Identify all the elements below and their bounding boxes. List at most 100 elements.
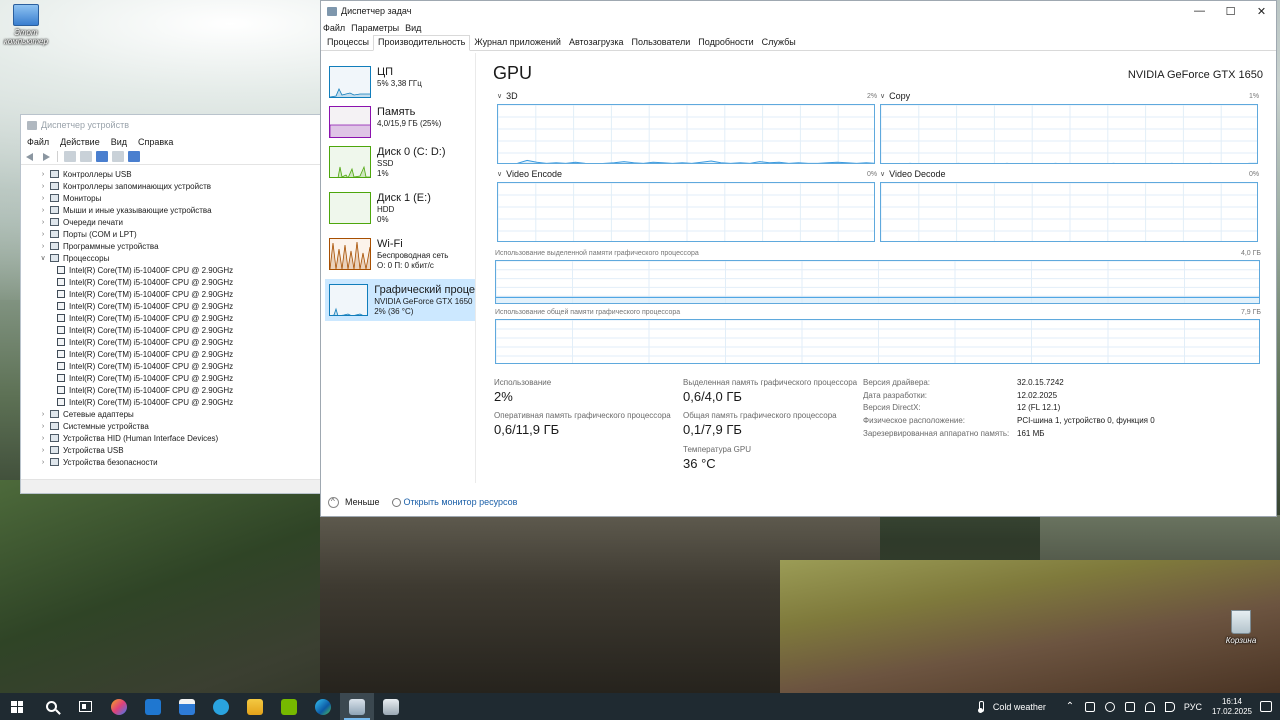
engine-copy-selector[interactable]: ∨ Copy xyxy=(880,91,910,101)
dm-menu-item[interactable]: Вид xyxy=(111,137,127,147)
chevron-up-icon[interactable]: ⌃ xyxy=(1064,701,1076,712)
tab-4[interactable]: Пользователи xyxy=(628,37,695,50)
collapse-icon[interactable] xyxy=(328,496,339,508)
tab-0[interactable]: Процессы xyxy=(323,37,373,50)
tm-menu-item[interactable]: Параметры xyxy=(351,23,399,33)
taskbar-app-copilot[interactable] xyxy=(102,693,136,720)
device-item[interactable]: Intel(R) Core(TM) i5-10400F CPU @ 2.90GH… xyxy=(21,396,321,408)
search-button[interactable] xyxy=(34,693,68,720)
fewer-details-button[interactable]: Меньше xyxy=(345,497,380,507)
expand-arrow-icon[interactable]: › xyxy=(39,195,47,202)
expand-arrow-icon[interactable]: › xyxy=(39,423,47,430)
device-category[interactable]: › Устройства безопасности xyxy=(21,456,321,468)
perf-item-2[interactable]: Диск 0 (C: D:) SSD 1% xyxy=(325,141,475,183)
device-grid-icon[interactable] xyxy=(112,151,124,162)
tab-1[interactable]: Производительность xyxy=(373,35,471,51)
list-view-icon[interactable] xyxy=(80,151,92,162)
maximize-button[interactable]: ☐ xyxy=(1215,1,1246,21)
tm-menu-item[interactable]: Вид xyxy=(405,23,421,33)
monitor-scan-icon[interactable] xyxy=(128,151,140,162)
device-item[interactable]: Intel(R) Core(TM) i5-10400F CPU @ 2.90GH… xyxy=(21,312,321,324)
task-view-button[interactable] xyxy=(68,693,102,720)
device-item[interactable]: Intel(R) Core(TM) i5-10400F CPU @ 2.90GH… xyxy=(21,264,321,276)
volume-icon[interactable] xyxy=(1164,701,1175,712)
open-resource-monitor-link[interactable]: Открыть монитор ресурсов xyxy=(404,497,518,507)
device-category[interactable]: › Устройства HID (Human Interface Devices… xyxy=(21,432,321,444)
dm-menu-item[interactable]: Действие xyxy=(60,137,100,147)
dm-menu-item[interactable]: Файл xyxy=(27,137,49,147)
device-item[interactable]: Intel(R) Core(TM) i5-10400F CPU @ 2.90GH… xyxy=(21,324,321,336)
device-item[interactable]: Intel(R) Core(TM) i5-10400F CPU @ 2.90GH… xyxy=(21,360,321,372)
device-manager-window[interactable]: Диспетчер устройств Файл Действие Вид Справ… xyxy=(20,114,322,494)
tm-menu-item[interactable]: Файл xyxy=(323,23,345,33)
device-item[interactable]: Intel(R) Core(TM) i5-10400F CPU @ 2.90GH… xyxy=(21,288,321,300)
expand-arrow-icon[interactable]: › xyxy=(39,171,47,178)
device-category[interactable]: › Мыши и иные указывающие устройства xyxy=(21,204,321,216)
perf-item-4[interactable]: Wi-Fi Беспроводная сеть О: 0 П: 0 кбит/с xyxy=(325,233,475,275)
device-category[interactable]: ∨ Процессоры xyxy=(21,252,321,264)
taskbar-app-explorer[interactable] xyxy=(238,693,272,720)
language-indicator[interactable]: РУС xyxy=(1184,702,1202,712)
tab-2[interactable]: Журнал приложений xyxy=(470,37,565,50)
expand-arrow-icon[interactable]: › xyxy=(39,207,47,214)
notification-icon[interactable] xyxy=(1260,701,1272,712)
tab-5[interactable]: Подробности xyxy=(694,37,757,50)
engine-3d-selector[interactable]: ∨ 3D xyxy=(497,91,518,101)
close-button[interactable]: ✕ xyxy=(1246,1,1277,21)
taskbar-app-task-manager[interactable] xyxy=(340,693,374,720)
device-category[interactable]: › Системные устройства xyxy=(21,420,321,432)
expand-arrow-icon[interactable]: › xyxy=(39,231,47,238)
device-category[interactable]: › Контроллеры запоминающих устройств xyxy=(21,180,321,192)
device-item[interactable]: Intel(R) Core(TM) i5-10400F CPU @ 2.90GH… xyxy=(21,384,321,396)
device-category[interactable]: › Контроллеры USB xyxy=(21,168,321,180)
cloud-icon[interactable] xyxy=(1104,701,1115,712)
taskbar-app-mail[interactable] xyxy=(136,693,170,720)
taskbar-app-telegram[interactable] xyxy=(204,693,238,720)
device-category[interactable]: › Порты (COM и LPT) xyxy=(21,228,321,240)
taskbar-app-device-manager[interactable] xyxy=(374,693,408,720)
device-manager-titlebar[interactable]: Диспетчер устройств xyxy=(21,115,321,135)
device-category[interactable]: › Устройства USB xyxy=(21,444,321,456)
perf-item-3[interactable]: Диск 1 (E:) HDD 0% xyxy=(325,187,475,229)
back-arrow-icon[interactable] xyxy=(25,151,36,162)
recycle-bin-desktop-icon[interactable]: Корзина xyxy=(1213,610,1269,645)
taskbar-app-edge[interactable] xyxy=(306,693,340,720)
device-item[interactable]: Intel(R) Core(TM) i5-10400F CPU @ 2.90GH… xyxy=(21,276,321,288)
expand-arrow-icon[interactable]: › xyxy=(39,411,47,418)
engine-encode-selector[interactable]: ∨ Video Encode xyxy=(497,169,562,179)
taskbar-app-nvidia[interactable] xyxy=(272,693,306,720)
device-item[interactable]: Intel(R) Core(TM) i5-10400F CPU @ 2.90GH… xyxy=(21,336,321,348)
expand-arrow-icon[interactable]: › xyxy=(39,447,47,454)
expand-arrow-icon[interactable]: › xyxy=(39,183,47,190)
minimize-button[interactable]: — xyxy=(1184,1,1215,21)
start-button[interactable] xyxy=(0,693,34,720)
perf-item-0[interactable]: ЦП 5% 3,38 ГГц xyxy=(325,61,475,103)
dm-menu-item[interactable]: Справка xyxy=(138,137,173,147)
network-device-icon[interactable] xyxy=(1084,701,1095,712)
engine-decode-selector[interactable]: ∨ Video Decode xyxy=(880,169,946,179)
device-category[interactable]: › Программные устройства xyxy=(21,240,321,252)
perf-item-1[interactable]: Память 4,0/15,9 ГБ (25%) xyxy=(325,101,475,143)
device-item[interactable]: Intel(R) Core(TM) i5-10400F CPU @ 2.90GH… xyxy=(21,372,321,384)
properties-icon[interactable] xyxy=(64,151,76,162)
tab-6[interactable]: Службы xyxy=(758,37,800,50)
expand-arrow-icon[interactable]: › xyxy=(39,219,47,226)
task-manager-window[interactable]: Диспетчер задач — ☐ ✕ Файл Параметры Вид П… xyxy=(320,0,1277,517)
device-category[interactable]: › Сетевые адаптеры xyxy=(21,408,321,420)
taskbar-app-store[interactable] xyxy=(170,693,204,720)
expand-arrow-icon[interactable]: › xyxy=(39,459,47,466)
clock[interactable]: 16:14 17.02.2025 xyxy=(1212,697,1252,717)
expand-arrow-icon[interactable]: › xyxy=(39,243,47,250)
device-item[interactable]: Intel(R) Core(TM) i5-10400F CPU @ 2.90GH… xyxy=(21,348,321,360)
task-manager-titlebar[interactable]: Диспетчер задач — ☐ ✕ xyxy=(321,1,1276,21)
device-category[interactable]: › Мониторы xyxy=(21,192,321,204)
device-item[interactable]: Intel(R) Core(TM) i5-10400F CPU @ 2.90GH… xyxy=(21,300,321,312)
forward-arrow-icon[interactable] xyxy=(40,151,51,162)
collapse-arrow-icon[interactable]: ∨ xyxy=(39,254,47,262)
perf-item-5[interactable]: Графический проце NVIDIA GeForce GTX 1650… xyxy=(325,279,475,321)
help-icon[interactable] xyxy=(96,151,108,162)
this-pc-desktop-icon[interactable]: Этот компьютер xyxy=(0,4,54,46)
weather-text[interactable]: Cold weather xyxy=(993,702,1046,712)
expand-arrow-icon[interactable]: › xyxy=(39,435,47,442)
device-category[interactable]: › Очереди печати xyxy=(21,216,321,228)
